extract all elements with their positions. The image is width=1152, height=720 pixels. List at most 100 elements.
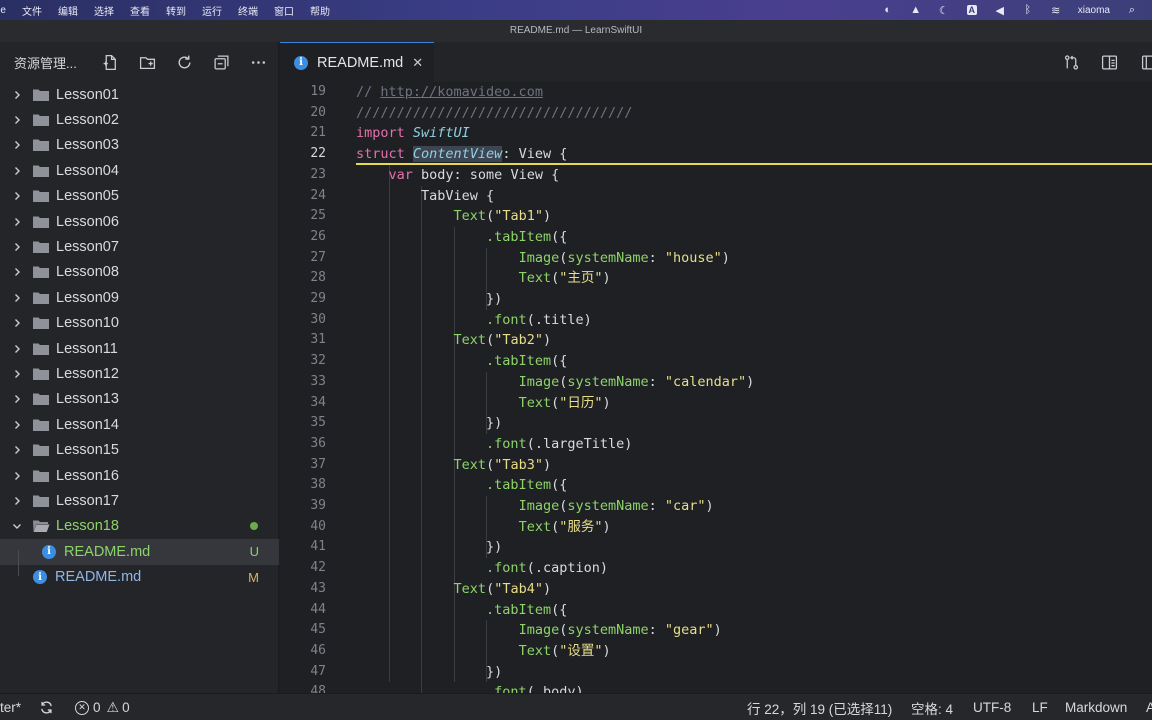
menu-item[interactable]: 编辑: [50, 0, 86, 20]
tree-folder[interactable]: Lesson11: [0, 336, 279, 361]
tree-folder[interactable]: Lesson03: [0, 133, 279, 158]
tree-folder[interactable]: Lesson17: [0, 488, 279, 513]
folder-icon: [32, 418, 50, 432]
code-token: Text: [453, 580, 487, 597]
collapse-all-icon[interactable]: [203, 47, 240, 77]
chevron-right-icon[interactable]: [11, 190, 23, 202]
tree-folder[interactable]: Lesson15: [0, 438, 279, 463]
menu-item[interactable]: 文件: [14, 0, 50, 20]
warning-icon: ⚠: [106, 699, 120, 715]
tree-folder[interactable]: Lesson16: [0, 463, 279, 488]
bluetooth-icon[interactable]: ᛒ: [1014, 4, 1042, 16]
chevron-right-icon[interactable]: [11, 114, 23, 126]
close-icon[interactable]: ✕: [412, 55, 423, 71]
refresh-icon[interactable]: [166, 47, 203, 77]
chevron-right-icon[interactable]: [11, 495, 23, 507]
tree-folder[interactable]: Lesson06: [0, 209, 279, 234]
menu-item[interactable]: 查看: [122, 0, 158, 20]
tree-folder[interactable]: Lesson04: [0, 158, 279, 183]
tab-readme[interactable]: i README.md ✕: [280, 42, 434, 82]
open-changes-icon[interactable]: [1052, 47, 1090, 77]
tab-label: README.md: [317, 54, 404, 71]
code-token: "Tab1": [494, 208, 543, 225]
tree-folder[interactable]: Lesson14: [0, 412, 279, 437]
code-token: (: [551, 394, 560, 411]
search-icon[interactable]: ⌕: [1118, 4, 1146, 17]
user-name[interactable]: xiaoma: [1070, 5, 1118, 16]
code-token: "服务": [559, 518, 603, 535]
tree-file[interactable]: i README.md M: [0, 565, 279, 590]
code-text: struct ContentView: View {: [356, 144, 567, 165]
new-folder-icon[interactable]: [129, 47, 166, 77]
chevron-right-icon[interactable]: [11, 165, 23, 177]
vlc-icon[interactable]: ▲: [902, 4, 930, 16]
new-file-icon[interactable]: [92, 47, 129, 77]
folder-icon: [32, 494, 50, 508]
tree-folder[interactable]: Lesson02: [0, 107, 279, 132]
input-method-icon[interactable]: A: [958, 5, 986, 15]
volume-icon[interactable]: ◀: [986, 4, 1014, 17]
wifi-icon[interactable]: ≋: [1042, 4, 1070, 17]
cursor-position[interactable]: 行 22，列 19 (已选择11): [747, 694, 892, 720]
menu-item[interactable]: 帮助: [302, 0, 338, 20]
tree-folder[interactable]: Lesson05: [0, 184, 279, 209]
line-number: 30: [310, 311, 326, 327]
tree-file[interactable]: i README.md U: [0, 539, 279, 565]
globe-icon[interactable]: ◐: [874, 4, 902, 16]
menu-item[interactable]: 窗口: [266, 0, 302, 20]
tree-item-label: Lesson15: [56, 442, 119, 459]
chevron-right-icon[interactable]: [11, 343, 23, 355]
problems-indicator[interactable]: ✕ 0 ⚠ 0: [75, 694, 130, 720]
sync-icon[interactable]: [39, 694, 54, 720]
chevron-right-icon[interactable]: [11, 266, 23, 278]
code-token: (: [551, 642, 560, 659]
code-text: }): [356, 662, 502, 683]
split-editor-icon[interactable]: [1128, 47, 1152, 77]
tree-folder[interactable]: Lesson18: [0, 514, 279, 539]
explorer-title: 资源管理...: [14, 55, 77, 71]
menu-item[interactable]: 转到: [158, 0, 194, 20]
chevron-right-icon[interactable]: [11, 368, 23, 380]
code-line: 30 .font(.title): [280, 310, 1152, 331]
tree-folder[interactable]: Lesson07: [0, 234, 279, 259]
open-preview-icon[interactable]: [1090, 47, 1128, 77]
chevron-right-icon[interactable]: [11, 292, 23, 304]
chevron-right-icon[interactable]: [11, 216, 23, 228]
line-number: 45: [310, 622, 326, 638]
menu-item[interactable]: 运行: [194, 0, 230, 20]
menu-item[interactable]: 选择: [86, 0, 122, 20]
more-actions-icon[interactable]: [240, 47, 277, 77]
code-line: 48 .font(.body): [280, 682, 1152, 693]
chevron-right-icon[interactable]: [11, 241, 23, 253]
menu-item[interactable]: le: [0, 0, 14, 20]
encoding[interactable]: UTF-8: [973, 694, 1011, 720]
code-token: (: [551, 270, 560, 287]
end-of-line[interactable]: LF: [1032, 694, 1048, 720]
chevron-right-icon[interactable]: [11, 393, 23, 405]
branch-label[interactable]: ter*: [0, 694, 21, 720]
indentation[interactable]: 空格: 4: [911, 694, 953, 720]
chevron-down-icon[interactable]: [11, 520, 23, 532]
chevron-right-icon[interactable]: [11, 419, 23, 431]
menu-item[interactable]: 终端: [230, 0, 266, 20]
chevron-right-icon[interactable]: [11, 89, 23, 101]
language-mode[interactable]: Markdown: [1065, 694, 1127, 720]
tree-folder[interactable]: Lesson01: [0, 82, 279, 107]
chevron-right-icon[interactable]: [11, 139, 23, 151]
feedback-icon[interactable]: A: [1146, 694, 1152, 720]
chevron-right-icon[interactable]: [11, 470, 23, 482]
tree-folder[interactable]: Lesson13: [0, 387, 279, 412]
chevron-right-icon[interactable]: [11, 317, 23, 329]
code-token: (.caption): [526, 560, 608, 577]
tree-folder[interactable]: Lesson12: [0, 361, 279, 386]
chevron-right-icon[interactable]: [11, 444, 23, 456]
moon-icon[interactable]: ☾: [930, 4, 958, 17]
tree-folder[interactable]: Lesson09: [0, 285, 279, 310]
line-number: 31: [310, 332, 326, 348]
tree-folder[interactable]: Lesson10: [0, 311, 279, 336]
code-editor[interactable]: 19// http://komavideo.com 20/////////////…: [280, 82, 1152, 693]
folder-icon: [32, 316, 50, 330]
tree-folder[interactable]: Lesson08: [0, 260, 279, 285]
line-number: 27: [310, 249, 326, 265]
